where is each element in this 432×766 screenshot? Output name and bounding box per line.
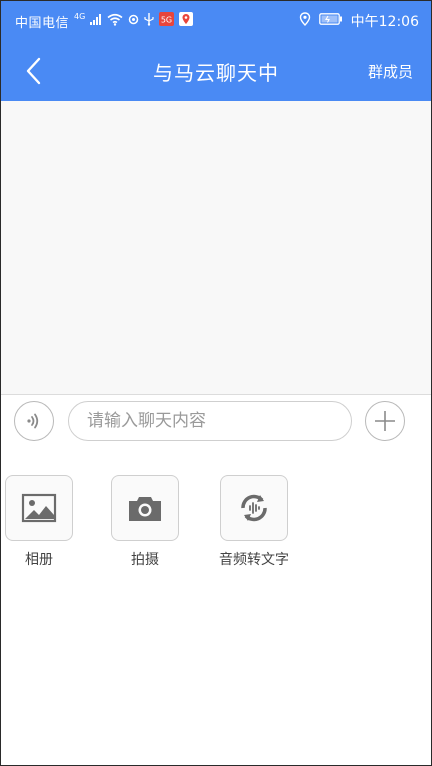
- sync-icon: [128, 14, 139, 29]
- carrier-label: 中国电信: [15, 15, 70, 31]
- tool-photo-album[interactable]: 相册: [1, 475, 94, 569]
- tool-audio-to-text-label: 音频转文字: [219, 552, 289, 568]
- more-options-button[interactable]: [365, 401, 405, 441]
- tool-audio-to-text-box[interactable]: [220, 475, 288, 541]
- page-title: 与马云聊天中: [153, 61, 279, 85]
- navigation-bar: 与马云聊天中 群成员: [1, 41, 431, 101]
- tool-camera[interactable]: 拍摄: [90, 475, 200, 569]
- app-map-icon: [179, 12, 194, 30]
- tool-camera-box[interactable]: [111, 475, 179, 541]
- chat-input-bar: [1, 394, 431, 452]
- plus-icon: [375, 411, 395, 431]
- chat-message-area[interactable]: [1, 101, 431, 394]
- status-right: 中午12:06: [299, 12, 419, 30]
- status-bar: 中国电信 4G 5G 中午12:06: [1, 1, 431, 41]
- wifi-icon: [107, 13, 123, 30]
- status-time: 中午12:06: [350, 14, 419, 30]
- camera-icon: [129, 497, 161, 521]
- phone-frame: 中国电信 4G 5G 中午12:06 与马云聊天中 群成员 请输入聊天内容 相册…: [0, 0, 432, 766]
- tool-photo-album-box[interactable]: [5, 475, 73, 541]
- tools-panel: 相册 拍摄 音频转文字: [1, 451, 431, 765]
- audio-to-text-icon: [241, 494, 267, 522]
- network-type-label: 4G: [74, 11, 86, 21]
- status-left: 中国电信 4G 5G: [15, 11, 194, 31]
- signal-icon: [90, 13, 102, 29]
- svg-text:5G: 5G: [161, 16, 172, 25]
- location-icon: [299, 12, 311, 30]
- usb-icon: [144, 12, 154, 30]
- app-5g-icon: 5G: [159, 12, 175, 30]
- tool-audio-to-text[interactable]: 音频转文字: [199, 475, 309, 569]
- chat-text-input[interactable]: [68, 401, 352, 441]
- voice-input-button[interactable]: [14, 401, 54, 441]
- battery-icon: [318, 13, 343, 29]
- tool-camera-label: 拍摄: [131, 552, 159, 568]
- photo-album-icon: [21, 493, 57, 523]
- voice-icon: [27, 413, 39, 429]
- tool-photo-album-label: 相册: [25, 552, 53, 568]
- group-members-button[interactable]: 群成员: [368, 61, 413, 82]
